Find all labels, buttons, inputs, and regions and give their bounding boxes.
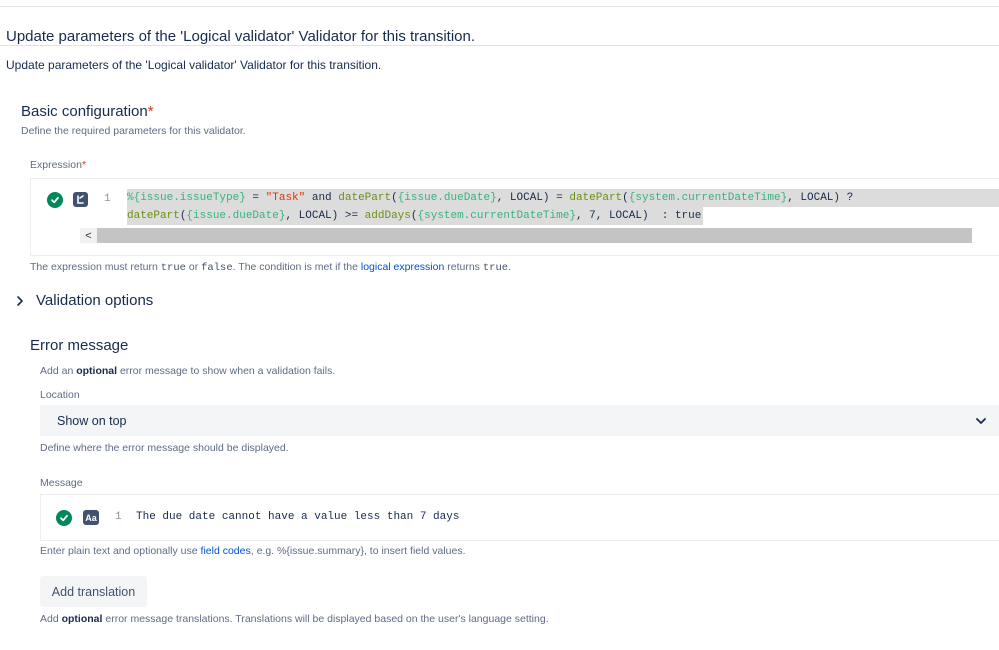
- line-number: 1: [104, 193, 111, 205]
- field-codes-link[interactable]: field codes: [201, 545, 251, 557]
- code-token: , 7, LOCAL) : true: [575, 210, 702, 222]
- help-text: Enter plain text and optionally use: [40, 545, 201, 557]
- message-editor[interactable]: Aa 1 The due date cannot have a value le…: [40, 494, 999, 541]
- chevron-left-icon: <: [85, 229, 92, 242]
- code-token: {system.currentDateTime}: [417, 210, 576, 222]
- line-number: 1: [115, 511, 122, 523]
- help-text: , e.g. %{issue.summary}, to insert field…: [250, 545, 466, 557]
- chevron-down-icon: [976, 418, 986, 424]
- top-divider: [0, 6, 999, 7]
- code-token: addDays: [364, 210, 411, 222]
- help-text: Add: [40, 613, 62, 625]
- help-text: . The condition is met if the: [232, 261, 361, 273]
- code-true: true: [482, 262, 509, 274]
- code-token: , LOCAL) >=: [285, 210, 365, 222]
- code-token: %{issue.issueType}: [127, 192, 246, 204]
- expression-label-text: Expression: [30, 159, 82, 171]
- check-circle-icon: [56, 510, 72, 526]
- code-token: datePart: [569, 192, 623, 204]
- help-text: error message to show when a validation …: [117, 365, 336, 377]
- message-label: Message: [40, 477, 83, 489]
- validation-options-toggle[interactable]: Validation options: [14, 292, 153, 309]
- code-token: datePart: [127, 210, 180, 222]
- code-token: {issue.dueDate}: [397, 192, 497, 204]
- validation-options-label: Validation options: [36, 292, 154, 309]
- location-help: Define where the error message should be…: [40, 442, 289, 454]
- help-bold: optional: [61, 613, 103, 625]
- add-translation-button[interactable]: Add translation: [40, 576, 147, 607]
- expression-editor[interactable]: 1 %{issue.issueType} = "Task" and datePa…: [30, 178, 999, 256]
- code-token: (: [391, 192, 398, 204]
- code-token: datePart: [338, 192, 392, 204]
- code-token: {system.currentDateTime}: [628, 192, 788, 204]
- translation-help: Add optional error message translations.…: [40, 613, 549, 625]
- check-circle-icon: [47, 192, 63, 208]
- basic-config-heading: Basic configuration*: [21, 103, 154, 120]
- code-token: , LOCAL) =: [496, 192, 570, 204]
- chevron-right-icon: [17, 295, 23, 306]
- basic-config-heading-text: Basic configuration: [21, 103, 148, 120]
- expression-label: Expression*: [30, 159, 86, 171]
- code-token: and: [305, 192, 339, 204]
- location-select[interactable]: Show on top: [40, 405, 999, 436]
- horizontal-scrollbar[interactable]: [80, 228, 972, 243]
- error-message-help: Add an optional error message to show wh…: [40, 365, 335, 377]
- title-divider: [0, 45, 999, 46]
- code-language-icon[interactable]: [73, 192, 88, 207]
- scroll-left-button[interactable]: <: [80, 228, 97, 243]
- page-subtitle: Update parameters of the 'Logical valida…: [6, 58, 382, 72]
- code-true: true: [160, 262, 186, 274]
- code-token: {issue.dueDate}: [186, 210, 286, 222]
- code-token: "Task": [265, 192, 306, 204]
- help-text: Add an: [40, 365, 77, 377]
- help-text: error message translations. Translations…: [102, 613, 549, 625]
- message-help: Enter plain text and optionally use fiel…: [40, 545, 466, 557]
- code-token: , LOCAL) ?: [787, 192, 854, 204]
- help-text: or: [185, 261, 202, 273]
- code-token: (: [622, 192, 629, 204]
- help-bold: optional: [76, 365, 118, 377]
- help-text: returns: [444, 261, 483, 273]
- expression-help: The expression must return true or false…: [30, 261, 511, 274]
- location-label: Location: [40, 389, 80, 401]
- help-text: .: [508, 261, 511, 273]
- code-false: false: [201, 262, 233, 274]
- location-select-value: Show on top: [57, 414, 127, 428]
- code-line-2[interactable]: datePart ( {issue.dueDate}, LOCAL) >= addD…: [127, 207, 703, 225]
- error-message-heading: Error message: [30, 337, 129, 354]
- code-token: (: [410, 210, 418, 222]
- required-mark: *: [147, 103, 154, 120]
- message-text[interactable]: The due date cannot have a value less th…: [136, 511, 459, 523]
- help-text: The expression must return: [30, 261, 161, 273]
- logical-expression-link[interactable]: logical expression: [361, 261, 444, 273]
- code-token: =: [245, 192, 266, 204]
- page-title: Update parameters of the 'Logical valida…: [6, 28, 476, 45]
- required-mark: *: [81, 159, 87, 171]
- code-line-1[interactable]: %{issue.issueType} = "Task" and datePart…: [127, 189, 999, 207]
- basic-config-help: Define the required parameters for this …: [21, 125, 246, 137]
- plain-text-icon[interactable]: Aa: [83, 510, 99, 525]
